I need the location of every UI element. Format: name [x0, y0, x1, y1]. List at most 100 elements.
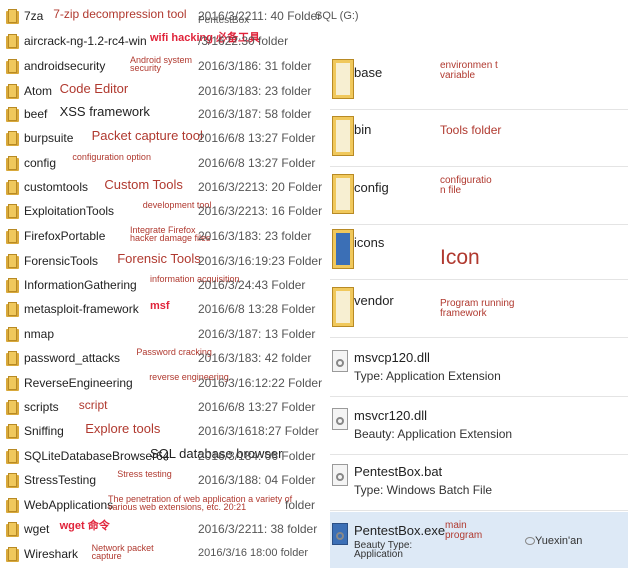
folder-name: WebApplications [24, 498, 114, 512]
folder-icon [6, 400, 19, 415]
folder-row[interactable]: beef XSS framework 2016/3/187: 58 folder [0, 103, 330, 127]
folder-name: metasploit-framework [24, 302, 139, 316]
folder-date-type: 2016/3/183: 23 folder [198, 229, 312, 243]
folder-annotation: Explore tools [85, 421, 161, 436]
folder-item[interactable]: icons Icon [330, 225, 628, 280]
icons-folder-icon [332, 229, 354, 269]
folder-row[interactable]: Sniffing Explore tools 2016/3/1618:27 Fold… [0, 420, 330, 444]
folder-date-type: 2016/3/186: 31 folder [198, 59, 312, 73]
folder-row[interactable]: StressTesting Stress testing 2016/3/188: 0… [0, 469, 330, 493]
folder-icon [6, 449, 19, 464]
folder-annotation: Program running framework [440, 298, 515, 319]
folder-annotation: Packet capture tool [91, 128, 203, 143]
folder-row[interactable]: ExploitationTools development tool 2016/3/… [0, 200, 330, 224]
folder-annotation: Stress testing [117, 469, 172, 479]
row-divider [330, 396, 628, 397]
folder-row[interactable]: Wireshark Network packet capture 2016/3/16… [0, 543, 330, 567]
folder-date-type: 2016/3/183: 23 folder [198, 84, 312, 98]
folder-icon [6, 9, 19, 24]
header-pentestbox: PentestBox [198, 15, 250, 26]
folder-annotation: configuratio n file [440, 175, 492, 196]
folder-name: Wireshark [24, 547, 79, 561]
folder-date-type: 2016/6/8 13:27 Folder [198, 400, 316, 414]
folder-row[interactable]: FirefoxPortable Integrate Firefox hacker … [0, 225, 330, 249]
folder-icon [6, 547, 19, 562]
file-item[interactable]: PentestBox.bat Type: Windows Batch File [330, 458, 628, 511]
folder-name: FirefoxPortable [24, 229, 106, 243]
folder-row[interactable]: InformationGathering information acquisit… [0, 274, 330, 298]
folder-item[interactable]: base environmen t variable [330, 55, 628, 110]
folder-date-type: 2016/3/2213: 16 Folder [198, 204, 323, 218]
folder-row[interactable]: customtools Custom Tools 2016/3/2213: 20 F… [0, 176, 330, 200]
folder-name: Sniffing [24, 424, 64, 438]
file-name: msvcp120.dll [354, 350, 430, 365]
folder-name: StressTesting [24, 473, 97, 487]
folder-name: base [354, 65, 383, 80]
folder-icon [6, 302, 19, 317]
row-divider [330, 279, 628, 280]
folder-row[interactable]: config configuration option 2016/6/8 13:27… [0, 152, 330, 176]
folder-row[interactable]: ReverseEngineering reverse engineering 201… [0, 372, 330, 396]
folder-name: aircrack-ng-1.2-rc4-win [24, 34, 147, 48]
folder-icon [6, 376, 19, 391]
app-exe-icon [332, 523, 348, 545]
folder-row[interactable]: password_attacks Password cracking 2016/3/… [0, 347, 330, 371]
folder-row[interactable]: burpsuite Packet capture tool 2016/6/8 13:… [0, 127, 330, 151]
watermark-text: Yuexin'an [535, 535, 583, 547]
folder-name: config [354, 180, 389, 195]
folder-date-type: 2016/3/187: 58 folder [198, 107, 312, 121]
folder-annotation: Network packet capture [91, 543, 154, 561]
folder-annotation: script [78, 398, 108, 412]
folder-annotation: 7-zip decompression tool [53, 7, 187, 21]
file-item[interactable]: msvcr120.dll Beauty: Application Extensio… [330, 402, 628, 455]
folder-name: wget [24, 522, 50, 536]
folder-name: SQLiteDatabaseBrowser64 [24, 449, 170, 463]
folder-icon [332, 116, 354, 156]
folder-row[interactable]: wget wget 命令 2016/3/2211: 38 folder [0, 518, 330, 542]
folder-icon [6, 180, 19, 195]
left-folder-list: 7za 7-zip decompression tool 2016/3/2211: … [0, 0, 330, 571]
folder-date-type: 2016/3/2211: 38 folder [198, 522, 318, 536]
folder-row[interactable]: 7za 7-zip decompression tool 2016/3/2211: … [0, 5, 330, 29]
folder-item[interactable]: vendor Program running framework [330, 283, 628, 338]
folder-item[interactable]: bin Tools folder [330, 112, 628, 167]
folder-date-type: 2016/3/16:19:23 Folder [198, 254, 323, 268]
folder-name: 7za [24, 9, 44, 23]
file-item[interactable]: msvcp120.dll Type: Application Extension [330, 344, 628, 397]
folder-icon [6, 229, 19, 244]
folder-row[interactable]: aircrack-ng-1.2-rc4-win wifi hacking 必备工具… [0, 30, 330, 54]
folder-row[interactable]: WebApplications The penetration of web ap… [0, 494, 330, 518]
folder-icon [6, 107, 19, 122]
folder-item[interactable]: config configuratio n file [330, 170, 628, 225]
folder-icon [332, 59, 354, 99]
row-divider [330, 337, 628, 338]
folder-row[interactable]: Atom Code Editor 2016/3/183: 23 folder [0, 80, 330, 104]
row-divider [330, 510, 628, 511]
folder-name: androidsecurity [24, 59, 106, 73]
folder-icon [6, 278, 19, 293]
folder-row[interactable]: nmap 2016/3/187: 13 Folder [0, 323, 330, 347]
file-item[interactable]: PentestBox.exe Beauty Type: Application ma… [330, 517, 628, 567]
folder-row[interactable]: metasploit-framework msf 2016/6/8 13:28 Fo… [0, 298, 330, 322]
folder-name: ReverseEngineering [24, 376, 133, 390]
folder-row[interactable]: androidsecurity Android system security 20… [0, 55, 330, 79]
folder-row[interactable]: ForensicTools Forensic Tools 2016/3/16:19:… [0, 250, 330, 274]
folder-date-type: 2016/3/16 18:00 folder [198, 547, 309, 559]
file-name: msvcr120.dll [354, 408, 427, 423]
folder-icon [332, 174, 354, 214]
folder-row[interactable]: scripts script 2016/6/8 13:27 Folder [0, 396, 330, 420]
file-annotation: main program [445, 520, 483, 541]
folder-icon [6, 34, 19, 49]
folder-annotation: Code Editor [59, 81, 129, 96]
folder-name: nmap [24, 327, 55, 341]
file-name: PentestBox.bat [354, 464, 443, 479]
file-type: Type: Application Extension [354, 369, 501, 383]
folder-date-type: 2016/3/16:12:22 Folder [198, 376, 323, 390]
folder-row[interactable]: SQLiteDatabaseBrowser64 SQL database brow… [0, 445, 330, 469]
file-type: Beauty: Application Extension [354, 427, 513, 441]
folder-date-type: 2016/3/184: 06 Folder [198, 449, 316, 463]
folder-icon [6, 84, 19, 99]
row-divider [330, 166, 628, 167]
folder-name: Atom [24, 84, 53, 98]
folder-name: icons [354, 235, 385, 250]
